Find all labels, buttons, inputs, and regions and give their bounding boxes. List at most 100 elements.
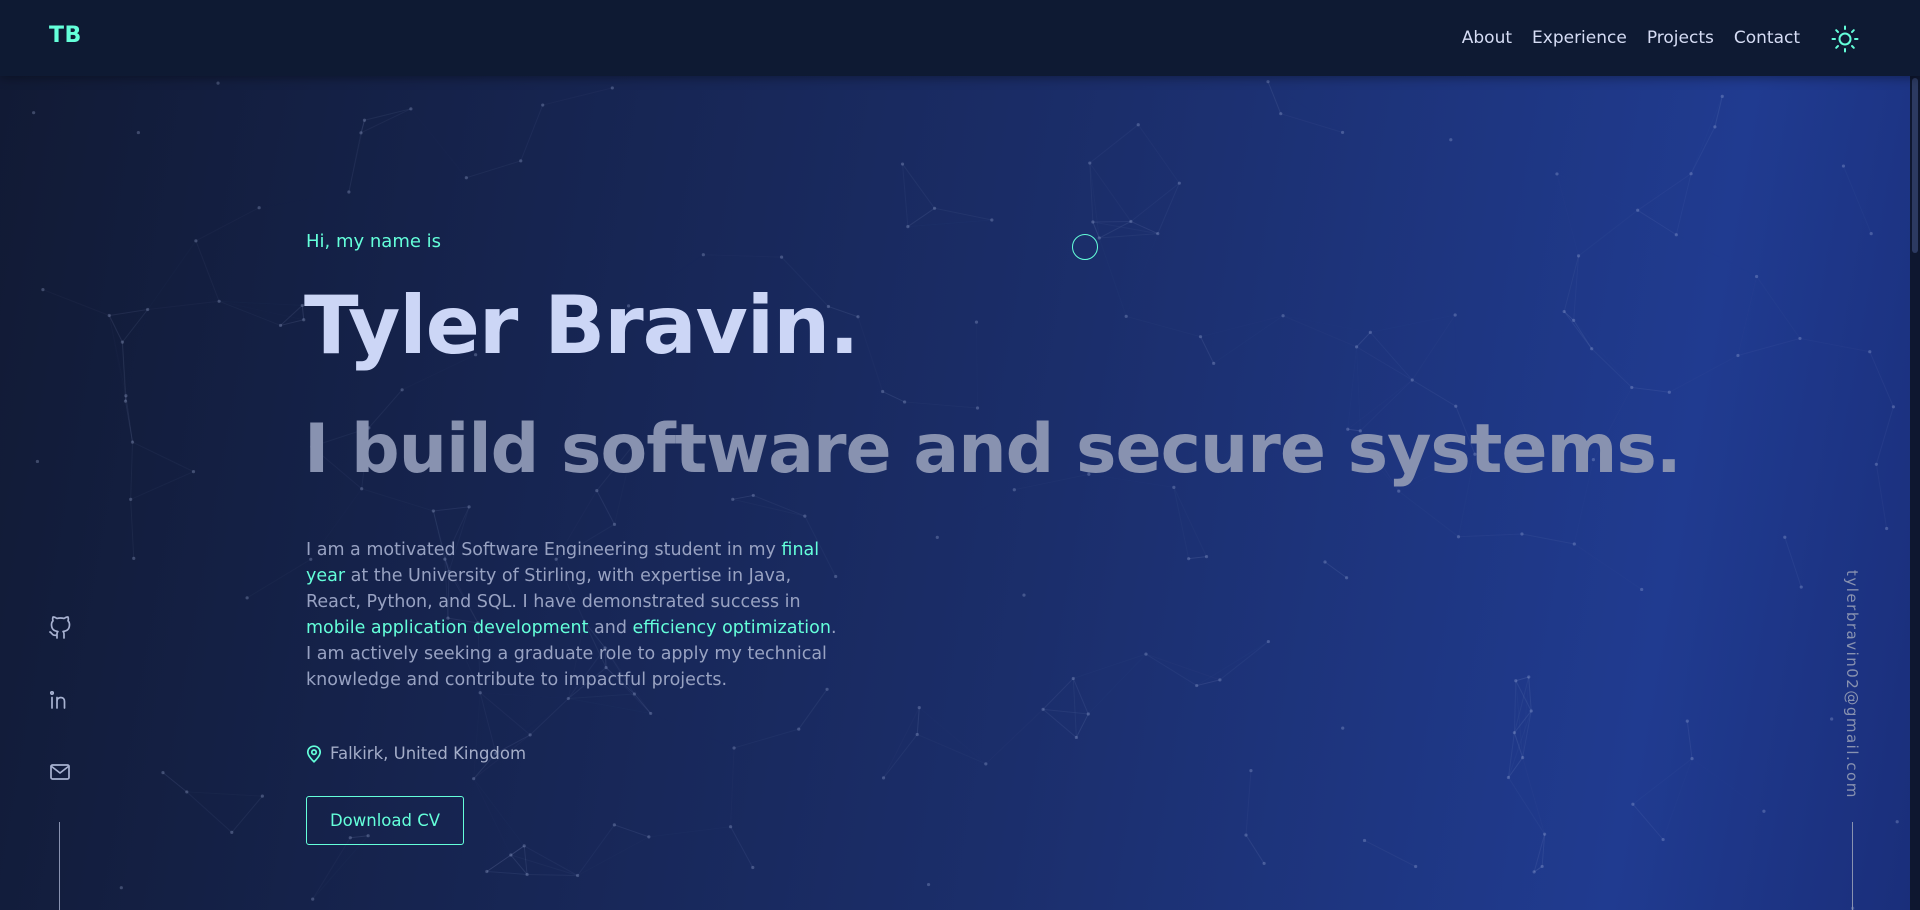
nav-link-about[interactable]: About xyxy=(1462,28,1512,48)
network-line xyxy=(1533,834,1546,873)
network-line xyxy=(130,471,194,500)
download-cv-button[interactable]: Download CV xyxy=(306,796,464,845)
network-line xyxy=(703,255,781,257)
network-line xyxy=(523,845,578,876)
network-node xyxy=(431,509,435,513)
theme-toggle-button[interactable] xyxy=(1830,24,1860,54)
network-line xyxy=(280,319,304,326)
network-node xyxy=(230,830,234,834)
network-line xyxy=(1507,710,1532,778)
network-line xyxy=(312,837,351,900)
nav-link-contact[interactable]: Contact xyxy=(1734,28,1800,48)
network-line xyxy=(1268,82,1343,133)
linkedin-icon xyxy=(49,690,66,709)
email-link[interactable] xyxy=(48,760,72,784)
network-line xyxy=(1283,316,1357,347)
network-line xyxy=(1515,676,1529,682)
network-node xyxy=(903,400,907,404)
network-line xyxy=(126,310,148,396)
bio-text: I am a motivated Software Engineering st… xyxy=(306,540,782,560)
network-node xyxy=(1713,125,1717,129)
network-node xyxy=(1022,593,1026,597)
network-node xyxy=(1512,731,1517,735)
network-line xyxy=(1073,654,1146,678)
network-node xyxy=(1532,870,1536,874)
network-node xyxy=(1354,345,1359,349)
network-node xyxy=(1667,390,1671,394)
network-line xyxy=(138,83,218,132)
network-node xyxy=(1129,219,1133,224)
scrollbar-thumb[interactable] xyxy=(1912,78,1918,253)
network-node xyxy=(1891,405,1896,409)
nav-link-projects[interactable]: Projects xyxy=(1647,28,1714,48)
hero-greeting: Hi, my name is xyxy=(306,231,442,252)
network-line xyxy=(1089,124,1139,164)
network-node xyxy=(1071,676,1075,681)
network-node xyxy=(278,323,283,328)
network-node xyxy=(1323,560,1327,564)
network-line xyxy=(259,192,349,208)
network-node xyxy=(260,794,264,798)
network-node xyxy=(185,790,189,794)
network-node xyxy=(1521,755,1525,760)
network-line xyxy=(1188,556,1207,560)
network-node xyxy=(1576,254,1581,258)
network-node xyxy=(541,103,545,107)
network-line xyxy=(121,342,127,402)
network-line xyxy=(1251,771,1264,864)
network-node xyxy=(1262,861,1266,866)
network-line xyxy=(1690,126,1716,174)
network-line xyxy=(1691,96,1722,173)
network-node xyxy=(731,497,735,501)
network-node xyxy=(1362,838,1367,843)
network-node xyxy=(1410,378,1414,382)
scrollbar-track[interactable] xyxy=(1910,0,1920,910)
network-node xyxy=(1249,769,1253,773)
network-line xyxy=(1631,386,1670,393)
network-line xyxy=(1075,713,1089,738)
network-node xyxy=(136,130,140,135)
network-node xyxy=(1397,489,1401,493)
network-line xyxy=(349,120,365,192)
network-line xyxy=(486,870,528,875)
network-line xyxy=(730,826,754,868)
network-line xyxy=(883,734,918,779)
network-node xyxy=(1885,526,1889,531)
network-line xyxy=(1174,487,1207,556)
network-line xyxy=(1219,641,1269,681)
network-node xyxy=(485,869,489,874)
network-line xyxy=(126,310,148,402)
network-node xyxy=(32,111,36,115)
logo[interactable]: TB xyxy=(49,23,82,48)
mail-icon xyxy=(50,764,70,780)
network-line xyxy=(907,207,935,228)
network-node xyxy=(1218,678,1222,682)
linkedin-link[interactable] xyxy=(48,688,72,712)
network-line xyxy=(1523,677,1529,758)
github-link[interactable] xyxy=(48,616,72,640)
network-line xyxy=(986,737,1077,763)
social-links xyxy=(48,616,72,784)
network-node xyxy=(779,255,784,259)
network-node xyxy=(522,844,526,848)
network-line xyxy=(1875,406,1894,465)
nav-link-experience[interactable]: Experience xyxy=(1532,28,1627,48)
network-node xyxy=(362,118,367,122)
side-email-link[interactable]: tylerbravin02@gmail.com xyxy=(1843,570,1861,799)
network-line xyxy=(1042,678,1074,710)
network-node xyxy=(519,159,523,163)
network-node xyxy=(1799,585,1803,589)
network-node xyxy=(1689,172,1693,176)
network-node xyxy=(1187,557,1191,561)
network-node xyxy=(1874,462,1878,466)
network-node xyxy=(1449,138,1453,142)
map-pin-icon xyxy=(306,744,322,763)
network-line xyxy=(1563,311,1574,321)
network-line xyxy=(487,871,578,875)
network-node xyxy=(728,825,733,829)
network-line xyxy=(130,442,133,500)
network-node xyxy=(1590,347,1594,351)
network-line xyxy=(1799,337,1870,353)
network-node xyxy=(1177,181,1181,185)
network-node xyxy=(647,835,651,839)
